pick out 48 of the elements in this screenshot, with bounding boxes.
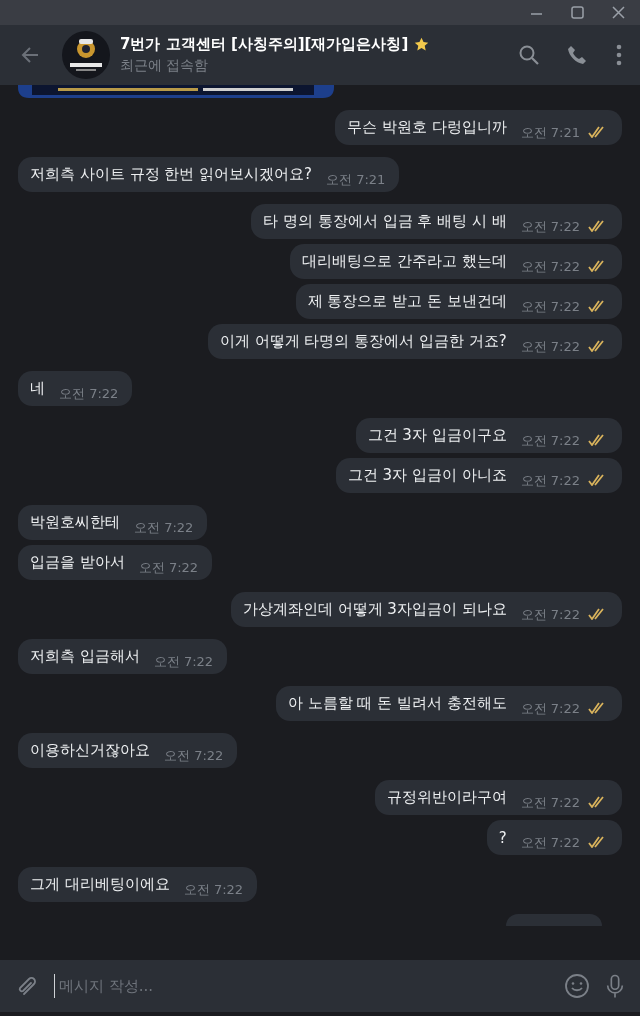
search-icon[interactable] <box>518 44 540 66</box>
message-text: 그게 대리베팅이에요 <box>30 875 170 894</box>
microphone-icon[interactable] <box>604 972 626 1000</box>
message-text: 네 <box>30 379 45 398</box>
message-text: 저희측 사이트 규정 한번 읽어보시겠어요? <box>30 165 313 184</box>
message-time: 오전 7:22 <box>520 833 580 852</box>
message-time: 오전 7:22 <box>153 652 214 671</box>
message-text: ? <box>498 828 507 847</box>
message-text: 제 통장으로 받고 돈 보낸건데 <box>307 292 507 311</box>
message-composer[interactable]: 메시지 작성... <box>0 960 640 1012</box>
message-time: 오전 7:22 <box>134 518 194 537</box>
message-time: 오전 7:22 <box>520 431 580 450</box>
message-time: 오전 7:21 <box>326 170 386 189</box>
message-time: 오전 7:22 <box>59 384 119 403</box>
message-text: 가상계좌인데 어떻게 3자입금이 되나요 <box>242 600 507 619</box>
message-time: 오전 7:22 <box>183 880 244 899</box>
phone-icon[interactable] <box>566 44 588 66</box>
message-time: 오전 7:22 <box>520 297 580 316</box>
message-time: 오전 7:22 <box>520 793 580 812</box>
message-text: 그건 3자 입금이구요 <box>367 426 507 445</box>
message-time: 오전 7:22 <box>520 337 580 356</box>
message-time: 오전 7:22 <box>138 558 199 577</box>
back-icon[interactable] <box>20 45 40 65</box>
message-text: 대리배팅으로 간주라고 했는데 <box>302 252 507 271</box>
emoji-icon[interactable] <box>564 973 590 999</box>
more-icon[interactable] <box>616 44 622 66</box>
message-text: 그건 3자 입금이 아니죠 <box>347 466 507 485</box>
close-icon[interactable] <box>611 5 626 20</box>
message-time: 오전 7:21 <box>520 123 580 142</box>
message-text: 박원호씨한테 <box>30 513 120 532</box>
last-seen-status: 최근에 접속함 <box>120 57 210 75</box>
message-text: 이용하신거잖아요 <box>30 741 150 760</box>
message-time: 오전 7:22 <box>520 257 580 276</box>
message-time: 오전 7:22 <box>520 605 580 624</box>
message-text: 무슨 박원호 다렁입니까 <box>347 118 507 137</box>
chat-title: 7번가 고객센터 [사칭주의][재가입은사칭] <box>120 35 409 54</box>
message-text: 저희측 입금해서 <box>30 647 140 666</box>
message-input[interactable]: 메시지 작성... <box>54 974 550 998</box>
message-time: 오전 7:22 <box>520 217 580 236</box>
message-text: 이게 어떻게 타명의 통장에서 입금한 거죠? <box>219 332 507 351</box>
message-text: 입금을 받아서 <box>30 553 125 572</box>
maximize-icon[interactable] <box>570 5 585 20</box>
message-text: 규정위반이라구여 <box>386 788 507 807</box>
message-time: 오전 7:22 <box>520 471 580 490</box>
message-time: 오전 7:22 <box>520 699 580 718</box>
message-text: 타 명의 통장에서 입금 후 배팅 시 배 <box>263 212 507 231</box>
message-text: 아 노름할 때 돈 빌려서 충전해도 <box>287 694 507 713</box>
message-time: 오전 7:22 <box>164 746 224 765</box>
